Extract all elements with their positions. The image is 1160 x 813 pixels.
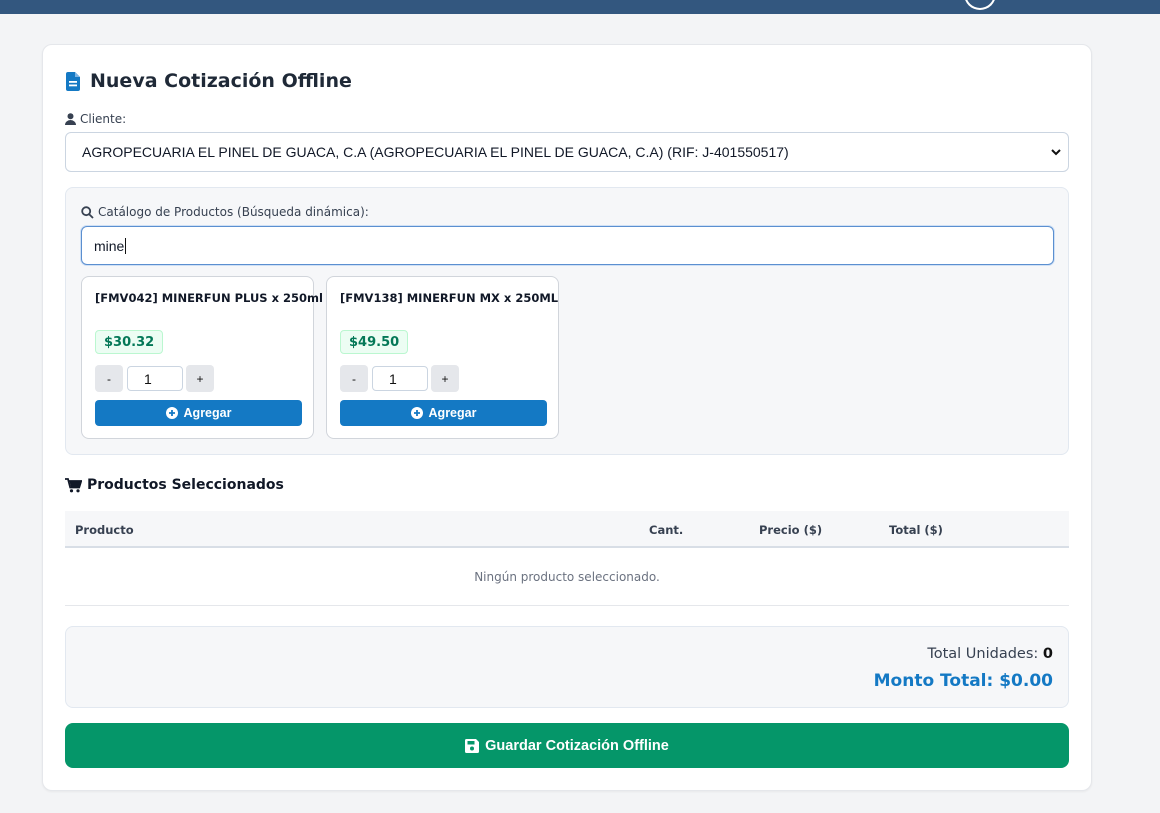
total-amount-label: Monto Total: <box>873 671 994 691</box>
quote-form-card: Nueva Cotización Offline Cliente: AGROPE… <box>42 44 1092 791</box>
product-catalog: Catálogo de Productos (Búsqueda dinámica… <box>65 187 1069 455</box>
total-units-label: Total Unidades: <box>927 646 1039 662</box>
client-label: Cliente: <box>65 112 126 126</box>
column-header-price: Precio ($) <box>759 523 823 537</box>
plus-circle-icon <box>410 407 423 419</box>
column-header-total: Total ($) <box>889 523 943 537</box>
save-quote-button[interactable]: Guardar Cotización Offline <box>65 723 1069 768</box>
cart-icon <box>65 477 82 492</box>
product-card: [FMV138] MINERFUN MX x 250ML $49.50 - 1 … <box>326 276 559 439</box>
add-product-button[interactable]: Agregar <box>95 400 302 426</box>
search-input-value: mine <box>94 237 125 254</box>
quantity-input[interactable]: 1 <box>372 366 428 391</box>
catalog-label-text: Catálogo de Productos (Búsqueda dinámica… <box>98 205 369 219</box>
column-header-qty: Cant. <box>649 523 684 537</box>
product-search-input[interactable]: mine <box>81 226 1054 265</box>
text-caret <box>125 237 127 254</box>
total-amount: Monto Total: $0.00 <box>874 671 1053 691</box>
add-product-label: Agregar <box>183 406 232 420</box>
increase-qty-button[interactable]: + <box>186 365 214 392</box>
document-icon <box>66 71 80 91</box>
empty-table-message: Ningún producto seleccionado. <box>65 548 1069 606</box>
selected-products-table-header: Producto Cant. Precio ($) Total ($) <box>65 511 1069 548</box>
decrease-qty-button[interactable]: - <box>95 365 123 392</box>
product-name: [FMV138] MINERFUN MX x 250ML <box>340 291 559 305</box>
column-header-product: Producto <box>75 523 134 537</box>
total-units: Total Unidades: 0 <box>927 646 1053 662</box>
product-price: $49.50 <box>340 330 409 354</box>
product-card: [FMV042] MINERFUN PLUS x 250ml $30.32 - … <box>81 276 323 439</box>
plus-circle-icon <box>165 407 178 419</box>
add-product-button[interactable]: Agregar <box>340 400 547 426</box>
decrease-qty-button[interactable]: - <box>340 365 368 392</box>
totals-panel: Total Unidades: 0 Monto Total: $0.00 <box>65 626 1069 708</box>
user-icon[interactable] <box>964 0 996 10</box>
total-amount-value: $0.00 <box>999 671 1053 691</box>
client-select[interactable]: AGROPECUARIA EL PINEL DE GUACA, C.A (AGR… <box>65 132 1069 172</box>
top-navbar <box>0 0 1160 14</box>
total-units-value: 0 <box>1042 646 1053 662</box>
chevron-down-icon <box>1051 149 1061 156</box>
product-name: [FMV042] MINERFUN PLUS x 250ml <box>95 291 323 305</box>
user-icon <box>65 113 76 125</box>
add-product-label: Agregar <box>428 406 477 420</box>
client-select-value: AGROPECUARIA EL PINEL DE GUACA, C.A (AGR… <box>82 144 789 160</box>
selected-products-header: Productos Seleccionados <box>65 477 284 493</box>
product-price: $30.32 <box>95 330 164 354</box>
page-title: Nueva Cotización Offline <box>90 70 352 92</box>
increase-qty-button[interactable]: + <box>431 365 459 392</box>
client-label-text: Cliente: <box>80 112 127 126</box>
catalog-label: Catálogo de Productos (Búsqueda dinámica… <box>81 205 369 219</box>
selected-products-title: Productos Seleccionados <box>87 477 284 493</box>
save-quote-label: Guardar Cotización Offline <box>485 737 669 754</box>
form-header: Nueva Cotización Offline <box>65 70 352 92</box>
quantity-input[interactable]: 1 <box>127 366 183 391</box>
search-icon <box>81 205 94 219</box>
save-icon <box>465 738 480 753</box>
